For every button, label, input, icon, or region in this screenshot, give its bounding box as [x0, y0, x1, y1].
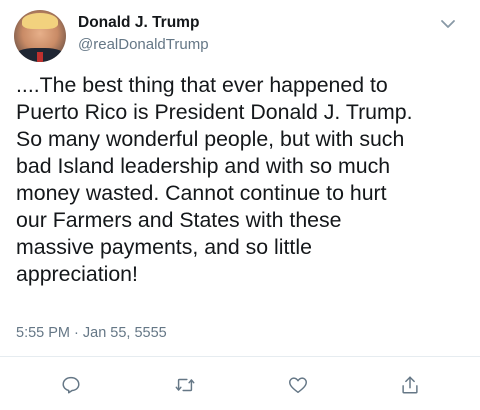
retweet-icon — [175, 378, 195, 392]
author-name[interactable]: Donald J. Trump — [78, 14, 199, 32]
tweet-text: ....The best thing that ever happened to… — [16, 73, 413, 286]
avatar-tie — [37, 52, 43, 62]
reply-button[interactable] — [58, 372, 84, 398]
divider — [0, 356, 480, 357]
author-handle[interactable]: @realDonaldTrump — [78, 36, 209, 53]
share-icon — [402, 376, 418, 394]
share-button[interactable] — [397, 372, 423, 398]
avatar[interactable] — [14, 10, 66, 62]
tweet-card: Donald J. Trump @realDonaldTrump ....The… — [0, 0, 480, 410]
chevron-down-icon[interactable] — [438, 14, 458, 34]
retweet-button[interactable] — [172, 372, 198, 398]
tweet-timestamp[interactable]: 5:55 PM · Jan 55, 5555 — [16, 325, 167, 341]
like-button[interactable] — [285, 372, 311, 398]
avatar-hair — [22, 13, 58, 29]
comment-icon — [62, 376, 80, 394]
heart-icon — [289, 377, 307, 394]
